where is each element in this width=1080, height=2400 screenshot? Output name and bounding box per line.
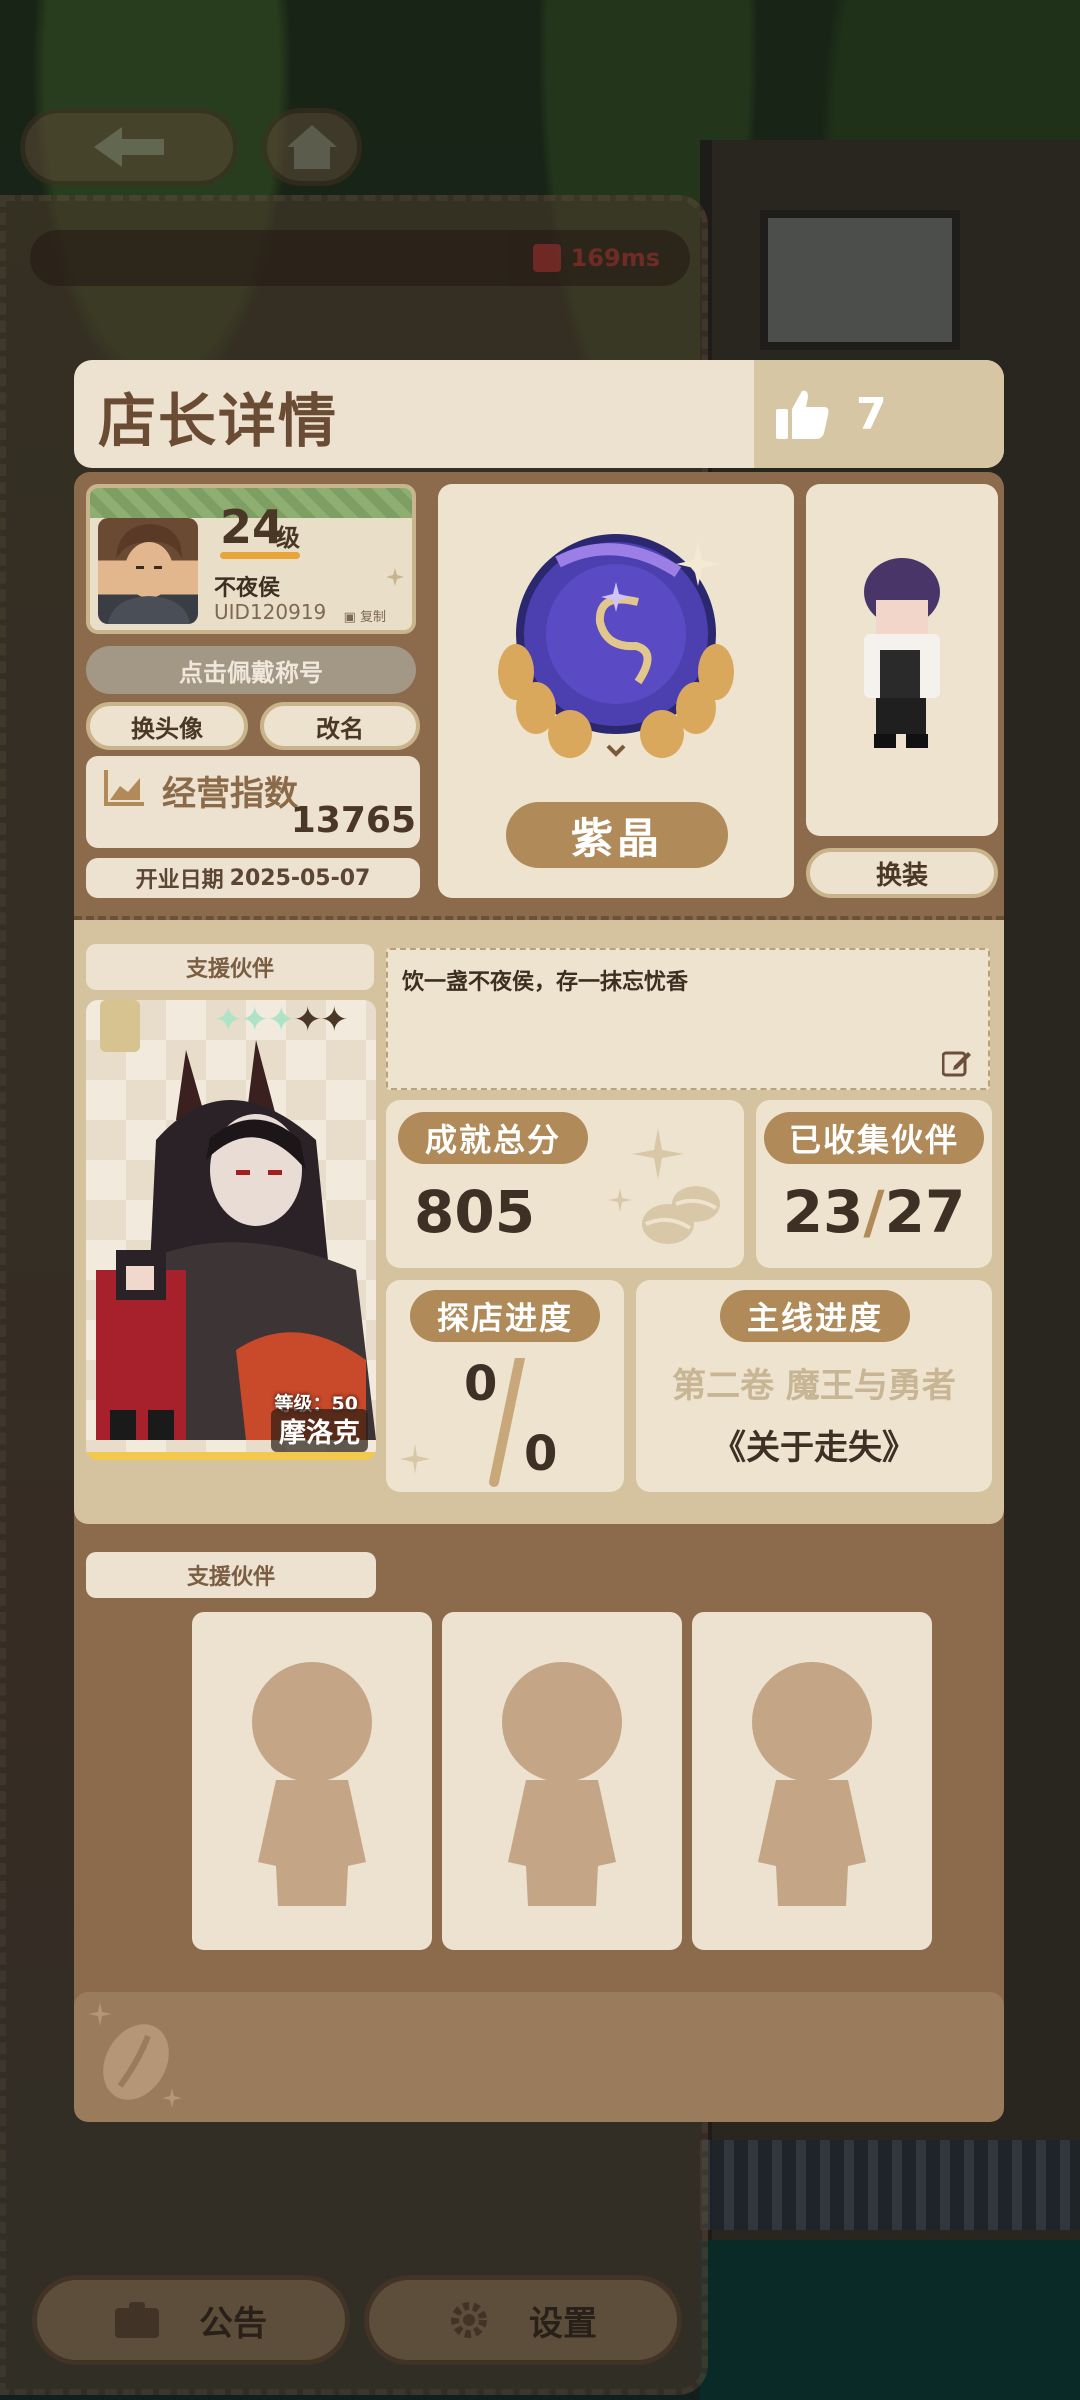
collected-partners-card: 已收集伙伴 23/27 — [756, 1100, 992, 1268]
achievement-value: 805 — [414, 1178, 536, 1246]
level-underline — [220, 552, 300, 559]
empty-silhouette-icon — [252, 1662, 372, 1906]
main-story-chapter: 第二卷 魔王与勇者 — [672, 1366, 956, 1406]
avatar[interactable] — [98, 518, 198, 624]
coffee-bean-icon — [88, 2002, 182, 2108]
main-story-card: 主线进度 第二卷 魔王与勇者 《关于走失》 — [636, 1280, 992, 1492]
sparkle-icon — [400, 1444, 430, 1474]
explore-total: 0 — [524, 1426, 558, 1482]
shopkeeper-detail-modal: 店长详情 7 24 级 不夜侯 UID120919 ▣ 复制 点击佩戴称号 换头… — [74, 360, 1004, 2122]
empty-silhouette-icon — [502, 1662, 622, 1906]
chart-icon — [104, 770, 144, 806]
main-story-episode: 《关于走失》 — [712, 1428, 916, 1468]
copy-label: 复制 — [359, 610, 386, 625]
rename-button[interactable]: 改名 — [260, 702, 420, 750]
like-count: 7 — [856, 388, 887, 440]
wear-title-button[interactable]: 点击佩戴称号 — [86, 646, 416, 694]
copy-uid-button[interactable]: ▣ 复制 — [344, 606, 386, 625]
fraction-slash — [489, 1358, 525, 1487]
support-slot-1[interactable] — [192, 1612, 432, 1950]
achievement-label: 成就总分 — [398, 1112, 588, 1164]
explore-progress-card: 探店进度 0 0 — [386, 1280, 624, 1492]
modal-header: 店长详情 7 — [74, 360, 1004, 468]
support-partner-tag: 支援伙伴 — [86, 944, 374, 990]
collected-total: 27 — [884, 1178, 966, 1246]
business-index-card: 经营指数 13765 — [86, 756, 420, 848]
support-partner-card[interactable]: ✦✦✦✦✦ 等级：50 摩洛克 — [86, 1000, 376, 1460]
change-avatar-button[interactable]: 换头像 — [86, 702, 248, 750]
open-date-value: 2025-05-07 — [229, 865, 371, 891]
support-partners-tag: 支援伙伴 — [86, 1552, 376, 1598]
collected-label: 已收集伙伴 — [764, 1112, 984, 1164]
modal-footer — [74, 1992, 1004, 2122]
collected-current: 23 — [782, 1178, 864, 1246]
coffee-bean-icon — [608, 1128, 720, 1244]
rank-name: 紫晶 — [506, 802, 728, 868]
profile-card: 24 级 不夜侯 UID120919 ▣ 复制 — [86, 484, 416, 634]
support-slot-2[interactable] — [442, 1612, 682, 1950]
like-button[interactable]: 7 — [754, 360, 1004, 468]
explore-label: 探店进度 — [410, 1290, 600, 1342]
open-date: 开业日期 2025-05-07 — [86, 858, 420, 898]
sparkle-icon — [386, 568, 404, 586]
partner-name: 摩洛克 — [271, 1409, 368, 1452]
collected-value: 23/27 — [782, 1178, 966, 1246]
change-outfit-button[interactable]: 换装 — [806, 848, 998, 898]
support-slot-3[interactable] — [692, 1612, 932, 1950]
motto-box[interactable]: 饮一盏不夜侯，存一抹忘忧香 — [386, 948, 990, 1090]
business-index-value: 13765 — [290, 800, 416, 841]
edit-icon[interactable] — [942, 1048, 972, 1078]
modal-body: 24 级 不夜侯 UID120919 ▣ 复制 点击佩戴称号 换头像 改名 经营… — [74, 472, 1004, 2122]
open-date-label: 开业日期 — [135, 868, 224, 893]
level-value: 24 — [220, 500, 285, 554]
thumbs-up-icon — [776, 390, 829, 439]
achievement-card: 成就总分 805 — [386, 1100, 744, 1268]
level-suffix: 级 — [276, 524, 300, 552]
uid: UID120919 — [214, 600, 327, 624]
partner-exp-bar — [86, 1452, 376, 1460]
page-title: 店长详情 — [98, 387, 339, 455]
partner-portrait — [96, 1040, 376, 1440]
main-story-label: 主线进度 — [720, 1290, 910, 1342]
empty-silhouette-icon — [752, 1662, 872, 1906]
amethyst-badge-icon — [498, 534, 734, 758]
business-index-label: 经营指数 — [162, 774, 298, 814]
outfit-preview — [806, 484, 998, 836]
rank-badge-card[interactable]: 紫晶 — [438, 484, 794, 898]
motto-text: 饮一盏不夜侯，存一抹忘忧香 — [402, 970, 689, 995]
nickname: 不夜侯 — [214, 576, 281, 601]
character-sprite — [864, 558, 940, 748]
